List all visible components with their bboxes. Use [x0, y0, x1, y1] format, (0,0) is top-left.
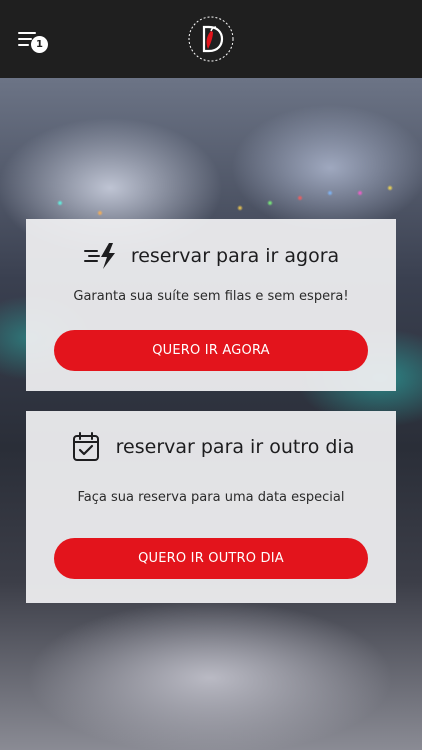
card-header: reservar para ir agora	[26, 241, 396, 271]
calendar-check-icon	[68, 432, 104, 462]
go-now-button[interactable]: QUERO IR AGORA	[54, 330, 368, 371]
card-header: reservar para ir outro dia	[26, 431, 396, 463]
lightning-speed-icon	[83, 241, 119, 271]
reserve-now-card: reservar para ir agora Garanta sua suíte…	[26, 219, 396, 391]
notification-badge: 1	[31, 36, 48, 53]
menu-icon-line	[18, 44, 29, 46]
chili-pepper-logo	[187, 15, 235, 63]
go-other-day-button[interactable]: QUERO IR OUTRO DIA	[54, 538, 368, 579]
card-description: Garanta sua suíte sem filas e sem espera…	[73, 289, 349, 304]
card-title: reservar para ir agora	[130, 245, 340, 267]
reserve-other-day-card: reservar para ir outro dia Faça sua rese…	[26, 411, 396, 603]
menu-icon-line	[18, 38, 32, 40]
card-title: reservar para ir outro dia	[115, 436, 355, 458]
menu-button[interactable]: 1	[16, 28, 50, 54]
menu-icon	[18, 32, 36, 34]
card-description: Faça sua reserva para uma data especial	[77, 490, 345, 505]
top-bar: 1	[0, 0, 422, 78]
